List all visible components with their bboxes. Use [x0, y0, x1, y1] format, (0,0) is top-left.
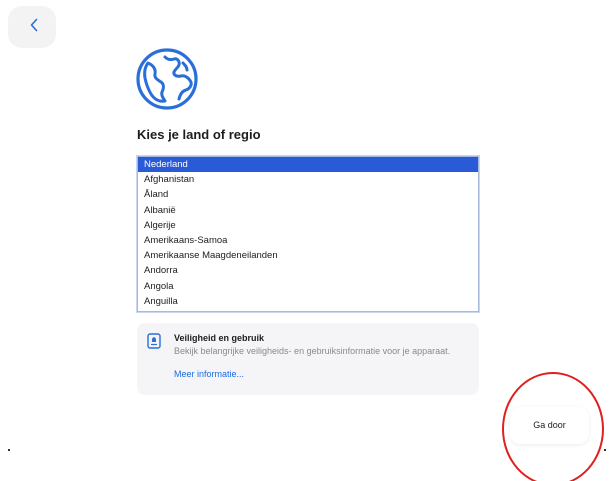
edge-mark: [604, 449, 606, 451]
privacy-document-icon: [147, 333, 161, 349]
setup-page: Kies je land of regio Nederland Afghanis…: [0, 0, 614, 481]
list-item[interactable]: Angola: [138, 279, 478, 294]
globe-icon: [136, 48, 198, 110]
country-list[interactable]: Nederland Afghanistan Åland Albanië Alge…: [137, 156, 479, 312]
chevron-left-icon: [30, 18, 38, 32]
safety-info-card: Veiligheid en gebruik Bekijk belangrijke…: [137, 323, 479, 395]
info-card-title: Veiligheid en gebruik: [174, 333, 265, 343]
back-button[interactable]: [8, 6, 56, 48]
list-item[interactable]: Amerikaanse Maagdeneilanden: [138, 248, 478, 263]
list-item[interactable]: Anguilla: [138, 294, 478, 309]
list-item[interactable]: Afghanistan: [138, 172, 478, 187]
list-item[interactable]: Andorra: [138, 263, 478, 278]
page-title: Kies je land of regio: [137, 127, 261, 142]
list-item[interactable]: Åland: [138, 187, 478, 202]
list-item-selected[interactable]: Nederland: [138, 157, 478, 173]
more-info-link[interactable]: Meer informatie...: [174, 369, 244, 379]
list-item[interactable]: Algerije: [138, 218, 478, 233]
list-item[interactable]: Albanië: [138, 203, 478, 218]
edge-mark: [8, 449, 10, 451]
list-item[interactable]: Amerikaans-Samoa: [138, 233, 478, 248]
info-card-body: Bekijk belangrijke veiligheids- en gebru…: [174, 346, 451, 356]
continue-button[interactable]: Ga door: [510, 407, 589, 444]
